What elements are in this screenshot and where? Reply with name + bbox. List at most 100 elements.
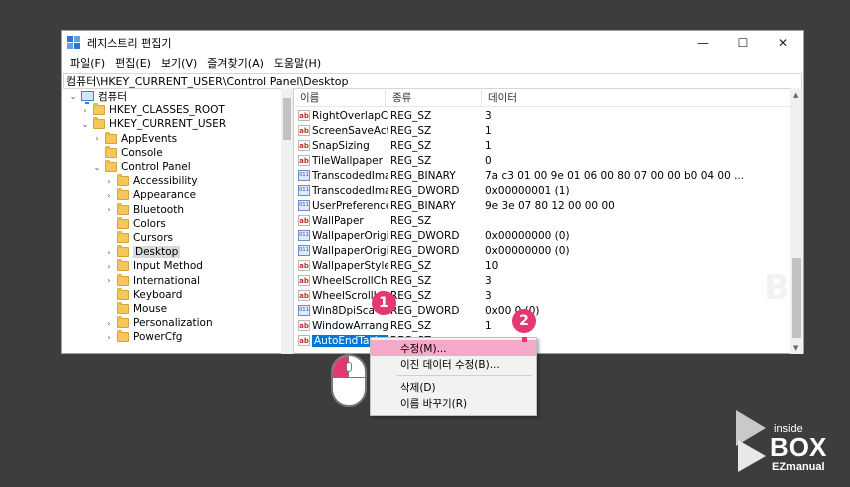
tree-node[interactable]: › Bluetooth xyxy=(104,202,184,217)
context-menu: 수정(M)... 이진 데이터 수정(B)... 삭제(D) 이름 바꾸기(R) xyxy=(370,337,537,416)
binary-value-icon: 011 xyxy=(298,305,310,316)
tree-node[interactable]: Cursors xyxy=(104,231,173,245)
string-value-icon: ab xyxy=(298,110,310,121)
registry-value-row[interactable]: 011TranscodedIma...REG_BINARY 7a c3 01 00… xyxy=(294,168,789,183)
menu-item-delete[interactable]: 삭제(D) xyxy=(371,379,536,395)
list-scrollbar-thumb[interactable] xyxy=(792,258,801,338)
minimize-button[interactable]: — xyxy=(683,31,723,54)
list-scrollbar[interactable]: ▲ ▼ xyxy=(790,88,803,354)
chevron-right-icon[interactable]: › xyxy=(104,177,114,186)
step-badge-1: 1 xyxy=(372,291,396,315)
menu-favorites[interactable]: 즐겨찾기(A) xyxy=(202,55,269,71)
tree-node[interactable]: Mouse xyxy=(104,302,167,316)
binary-value-icon: 011 xyxy=(298,200,310,211)
tree-node[interactable]: › International xyxy=(104,273,200,288)
menu-help[interactable]: 도움말(H) xyxy=(269,55,326,71)
registry-value-row[interactable]: abWheelScrollCharsREG_SZ 3 xyxy=(294,273,789,288)
registry-value-row[interactable]: ab WallPaper REG_SZ xyxy=(294,213,789,228)
registry-value-row[interactable]: abWindowArrange...REG_SZ1 xyxy=(294,318,789,333)
tree-scrollbar-thumb[interactable] xyxy=(283,98,291,140)
logo-box-text: BOX xyxy=(770,432,827,462)
registry-value-row[interactable]: 011TranscodedIma...REG_DWORD 0x00000001 (… xyxy=(294,183,789,198)
folder-icon xyxy=(117,216,129,229)
tree-node[interactable]: › Input Method xyxy=(104,259,203,273)
chevron-right-icon[interactable]: › xyxy=(104,319,114,328)
tree-node[interactable]: ⌄ HKEY_CURRENT_USER xyxy=(80,117,226,131)
tree-node[interactable]: Keyboard xyxy=(104,287,182,302)
folder-icon xyxy=(117,273,129,286)
chevron-right-icon[interactable]: › xyxy=(104,248,114,257)
window-title: 레지스트리 편집기 xyxy=(87,36,172,50)
tree-node[interactable]: › HKEY_CLASSES_ROOT xyxy=(80,103,225,117)
expand-down-icon[interactable]: ⌄ xyxy=(92,163,102,172)
value-name: SnapSizing xyxy=(312,139,370,152)
tree-node[interactable]: › AppEvents xyxy=(92,131,178,146)
registry-value-row[interactable]: 011UserPreferences...REG_BINARY 9e 3e 07 … xyxy=(294,198,789,213)
string-value-icon: ab xyxy=(298,140,310,151)
title-bar[interactable]: 레지스트리 편집기 — ☐ ✕ xyxy=(62,31,803,54)
tree-node[interactable]: › Desktop xyxy=(104,245,181,259)
registry-value-row[interactable]: ab SnapSizing REG_SZ 1 xyxy=(294,138,789,153)
menu-item-modify[interactable]: 수정(M)... xyxy=(371,340,536,356)
tree-node[interactable]: › Appearance xyxy=(104,188,196,202)
tree-node-label: AppEvents xyxy=(121,132,178,145)
folder-icon xyxy=(117,330,129,343)
value-data: 10 xyxy=(485,259,499,272)
close-button[interactable]: ✕ xyxy=(763,31,803,54)
value-data: 9e 3e 07 80 12 00 00 00 xyxy=(485,199,615,212)
registry-value-row[interactable]: abScreenSaveActiveREG_SZ 1 xyxy=(294,123,789,138)
tree-scrollbar[interactable] xyxy=(281,88,293,354)
chevron-right-icon[interactable]: › xyxy=(92,134,102,143)
registry-value-row[interactable]: 011 Win8DpiSca REG_DWORD 0x00 0 (0) xyxy=(294,303,789,318)
mouse-left-click-icon xyxy=(331,354,367,407)
value-type: REG_SZ xyxy=(390,214,432,227)
scroll-up-icon[interactable]: ▲ xyxy=(793,91,798,99)
tree-node-label: Colors xyxy=(133,217,166,230)
value-name: WallpaperStyle xyxy=(312,259,388,272)
column-header-type[interactable]: 종류 xyxy=(386,89,482,105)
chevron-right-icon[interactable]: › xyxy=(104,191,114,200)
registry-value-row[interactable]: ab WheelScrollLi REG_SZ 3 xyxy=(294,288,789,303)
tree-node[interactable]: Colors xyxy=(104,216,166,231)
menu-edit[interactable]: 편집(E) xyxy=(110,55,156,71)
folder-icon xyxy=(117,202,129,215)
column-header-data[interactable]: 데이터 xyxy=(482,90,803,105)
registry-value-row[interactable]: abAutoEndTasksREG_SZ xyxy=(294,333,789,348)
value-type: REG_SZ xyxy=(390,109,432,122)
expand-down-icon[interactable]: ⌄ xyxy=(68,92,78,101)
chevron-right-icon[interactable]: › xyxy=(104,333,114,342)
column-header-name[interactable]: 이름 xyxy=(294,89,386,105)
expand-down-icon[interactable]: ⌄ xyxy=(80,120,90,129)
registry-value-row[interactable]: 011WallpaperOriginXREG_DWORD 0x00000000 (… xyxy=(294,228,789,243)
value-type: REG_SZ xyxy=(390,319,432,332)
tree-node[interactable]: › Accessibility xyxy=(104,174,198,188)
folder-icon xyxy=(117,188,129,201)
registry-value-row[interactable]: ab WallpaperStyle REG_SZ 10 xyxy=(294,258,789,273)
menu-item-rename[interactable]: 이름 바꾸기(R) xyxy=(371,395,536,411)
maximize-button[interactable]: ☐ xyxy=(723,31,763,54)
chevron-right-icon[interactable]: › xyxy=(104,262,114,271)
menu-item-modify-binary[interactable]: 이진 데이터 수정(B)... xyxy=(371,356,536,372)
registry-value-row[interactable]: abRightOverlapCh...REG_SZ 3 xyxy=(294,108,789,123)
value-name: TranscodedIma... xyxy=(312,169,388,182)
menu-file[interactable]: 파일(F) xyxy=(65,55,110,71)
chevron-right-icon[interactable]: › xyxy=(104,205,114,214)
logo-ezmanual-text: EZmanual xyxy=(772,461,825,473)
string-value-icon: ab xyxy=(298,320,310,331)
chevron-right-icon[interactable]: › xyxy=(104,276,114,285)
menu-view[interactable]: 보기(V) xyxy=(156,55,202,71)
tree-node[interactable]: › Personalization xyxy=(104,316,213,330)
address-bar[interactable]: 컴퓨터\HKEY_CURRENT_USER\Control Panel\Desk… xyxy=(63,73,802,89)
tree-node[interactable]: ⌄ Control Panel xyxy=(92,160,191,174)
chevron-right-icon[interactable]: › xyxy=(80,106,90,115)
tree-node[interactable]: ⌄ 컴퓨터 xyxy=(68,89,127,105)
registry-value-row[interactable]: 011WallpaperOriginYREG_DWORD 0x00000000 (… xyxy=(294,243,789,258)
tree-node[interactable]: Console xyxy=(92,145,163,160)
folder-icon xyxy=(117,302,129,315)
value-name: TranscodedIma... xyxy=(312,184,388,197)
tree-node[interactable]: › PowerCfg xyxy=(104,330,182,344)
scroll-down-icon[interactable]: ▼ xyxy=(793,344,798,352)
registry-value-row[interactable]: ab TileWallpaper REG_SZ 0 xyxy=(294,153,789,168)
value-name: WallpaperOriginY xyxy=(312,244,388,257)
value-type: REG_DWORD xyxy=(390,229,460,242)
